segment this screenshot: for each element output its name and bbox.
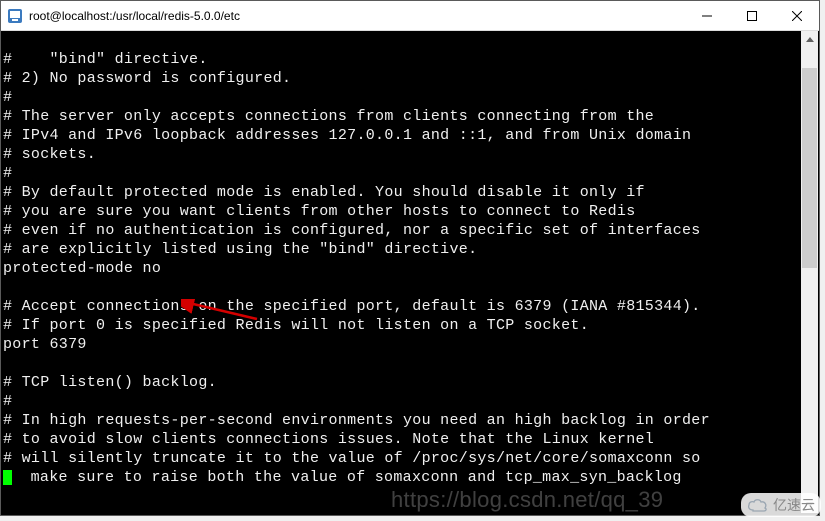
scroll-down-button[interactable] — [801, 496, 818, 513]
title-left: root@localhost:/usr/local/redis-5.0.0/et… — [1, 8, 240, 24]
config-line: # If port 0 is specified Redis will not … — [3, 317, 589, 334]
config-line: make sure to raise both the value of som… — [12, 469, 682, 486]
config-line: # even if no authentication is configure… — [3, 222, 701, 239]
watermark-text: https://blog.csdn.net/qq_39 — [391, 490, 663, 509]
config-line: # The server only accepts connections fr… — [3, 108, 654, 125]
config-line: # IPv4 and IPv6 loopback addresses 127.0… — [3, 127, 691, 144]
config-line: # you are sure you want clients from oth… — [3, 203, 636, 220]
minimize-button[interactable] — [684, 1, 729, 30]
config-line: # TCP listen() backlog. — [3, 374, 217, 391]
config-line: # — [3, 89, 12, 106]
maximize-button[interactable] — [729, 1, 774, 30]
config-line: # By default protected mode is enabled. … — [3, 184, 645, 201]
config-line: # — [3, 393, 12, 410]
config-line: # sockets. — [3, 146, 96, 163]
config-line: # to avoid slow clients connections issu… — [3, 431, 654, 448]
scrollbar-track[interactable] — [801, 48, 818, 496]
vertical-scrollbar[interactable] — [801, 31, 818, 513]
scroll-up-button[interactable] — [801, 31, 818, 48]
terminal-body[interactable]: # "bind" directive. # 2) No password is … — [1, 31, 819, 515]
app-icon — [7, 8, 23, 24]
config-line: # Accept connections on the specified po… — [3, 298, 701, 315]
close-button[interactable] — [774, 1, 819, 30]
config-line: protected-mode no — [3, 260, 161, 277]
window-controls — [684, 1, 819, 30]
scrollbar-thumb[interactable] — [802, 68, 817, 268]
terminal-window: root@localhost:/usr/local/redis-5.0.0/et… — [0, 0, 820, 516]
window-title: root@localhost:/usr/local/redis-5.0.0/et… — [29, 9, 240, 23]
config-line: # — [3, 165, 12, 182]
config-line: # 2) No password is configured. — [3, 70, 291, 87]
config-line: # "bind" directive. — [3, 51, 208, 68]
config-line: # In high requests-per-second environmen… — [3, 412, 710, 429]
config-line: # will silently truncate it to the value… — [3, 450, 701, 467]
config-line: # are explicitly listed using the "bind"… — [3, 241, 477, 258]
config-line: port 6379 — [3, 336, 87, 353]
titlebar: root@localhost:/usr/local/redis-5.0.0/et… — [1, 1, 819, 31]
cursor-icon — [3, 470, 12, 485]
